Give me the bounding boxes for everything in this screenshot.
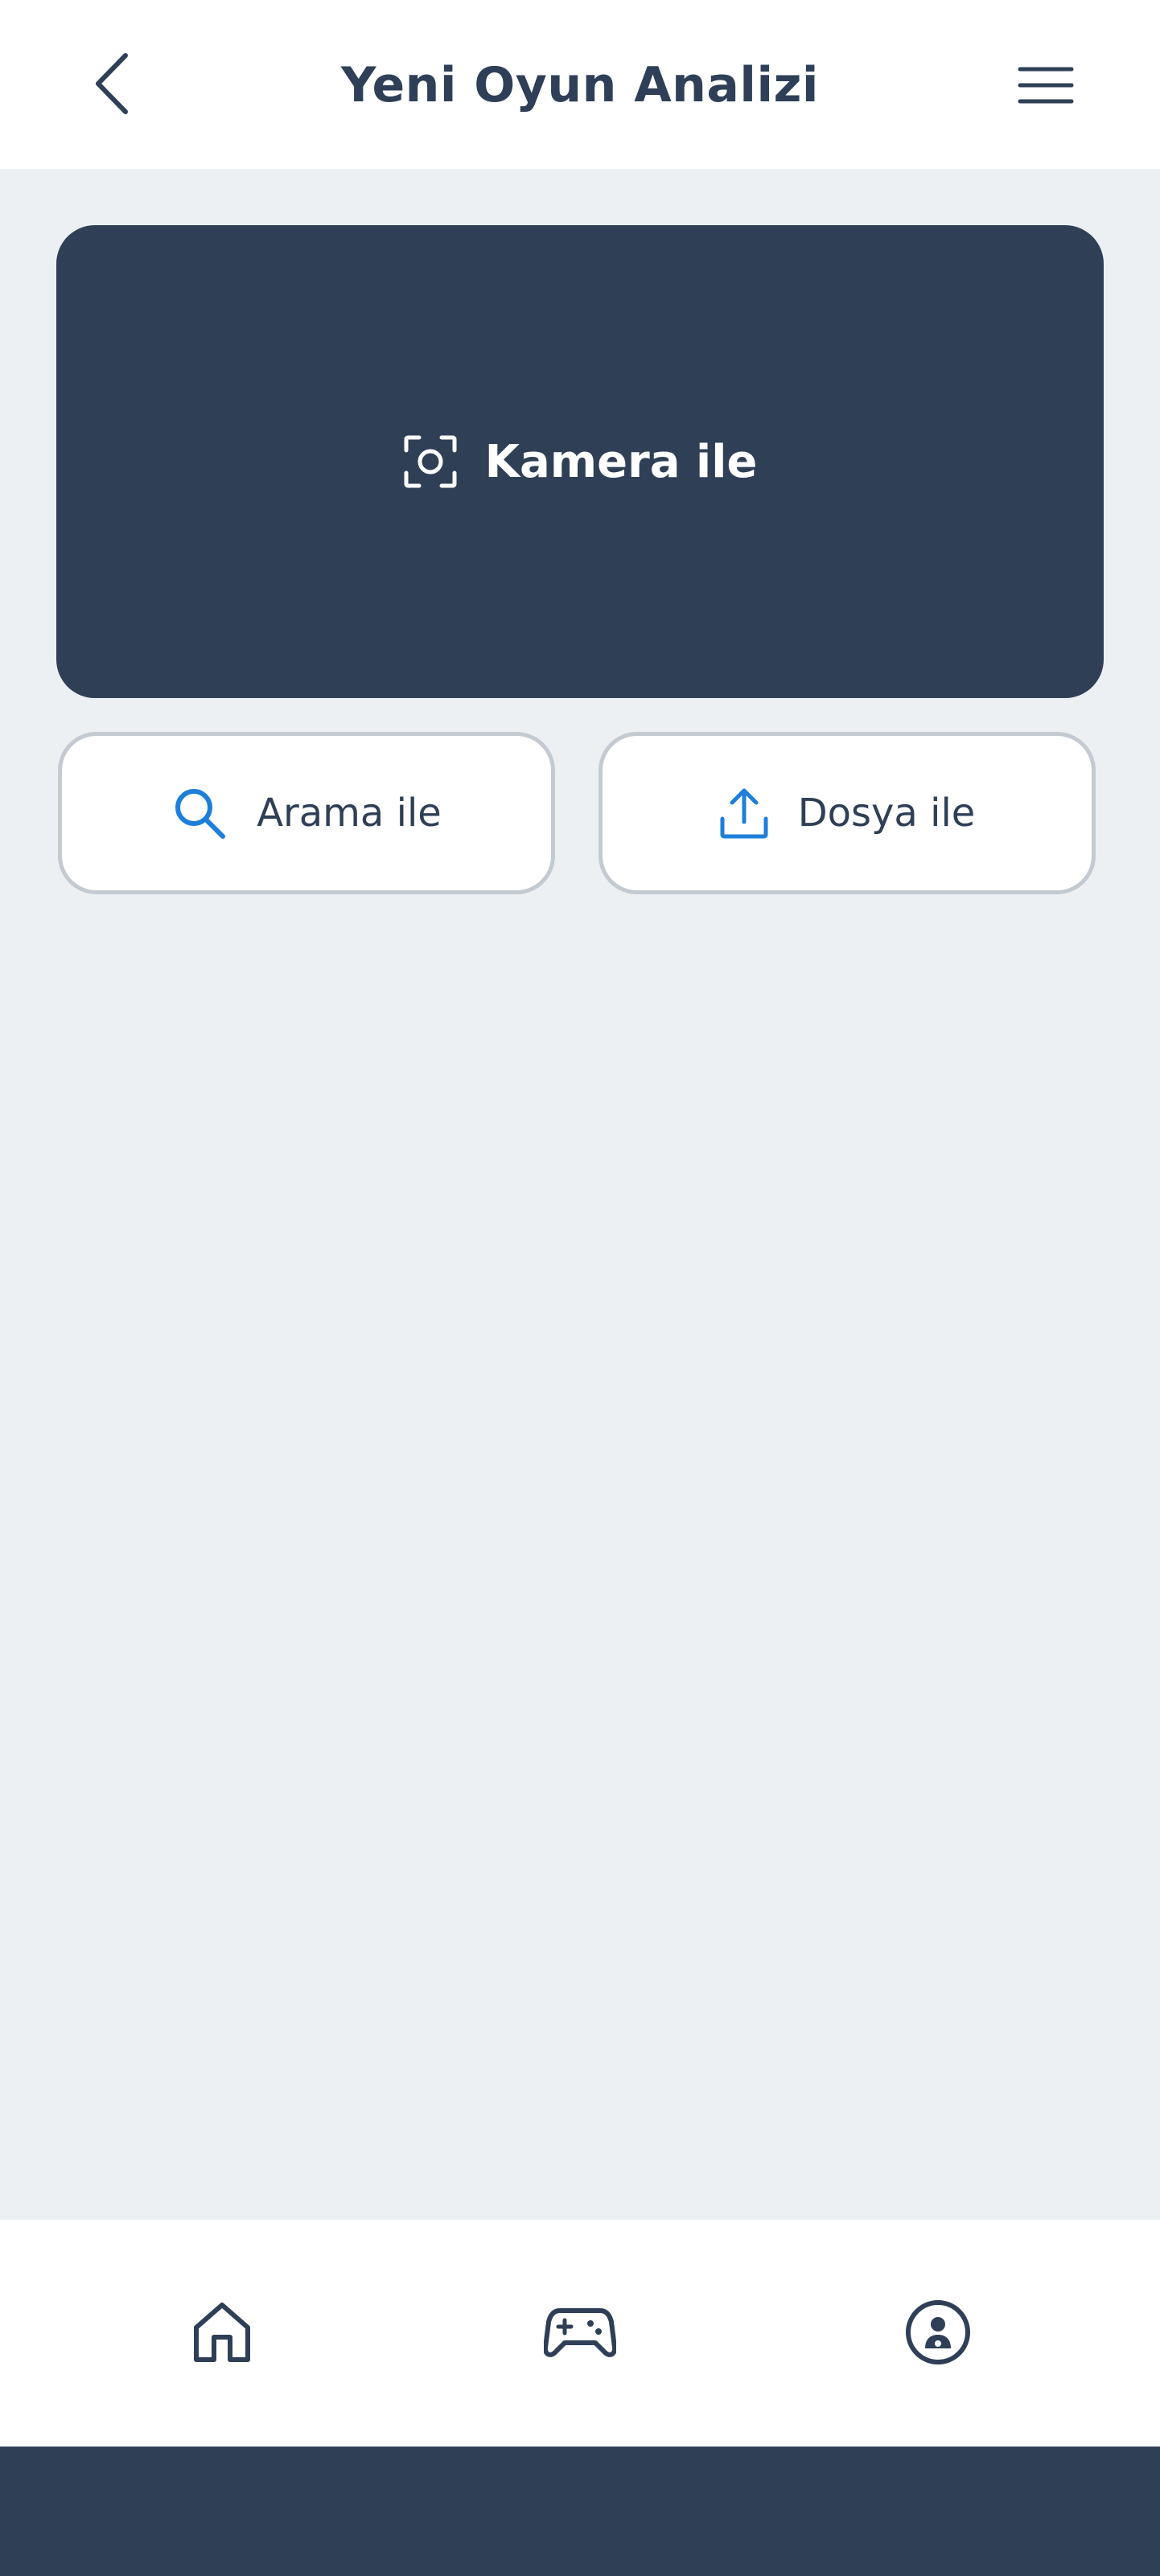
system-nav-bar xyxy=(0,2447,1160,2576)
nav-home[interactable] xyxy=(166,2276,278,2389)
profile-icon xyxy=(904,2299,972,2366)
search-option-label: Arama ile xyxy=(257,791,442,836)
file-option-button[interactable]: Dosya ile xyxy=(599,732,1096,894)
search-option-button[interactable]: Arama ile xyxy=(58,732,555,894)
page-title: Yeni Oyun Analizi xyxy=(341,57,819,113)
camera-option-label: Kamera ile xyxy=(484,435,758,488)
nav-profile[interactable] xyxy=(882,2276,994,2389)
bottom-navigation xyxy=(0,2220,1160,2447)
camera-scan-icon xyxy=(403,434,458,489)
camera-option-button[interactable]: Kamera ile xyxy=(56,225,1104,698)
hamburger-menu-icon xyxy=(1018,65,1074,105)
file-option-label: Dosya ile xyxy=(797,791,976,836)
home-icon xyxy=(191,2300,253,2364)
camera-option-content: Kamera ile xyxy=(403,434,758,489)
menu-button[interactable] xyxy=(1007,48,1084,122)
upload-icon xyxy=(719,787,769,840)
back-button[interactable] xyxy=(80,43,145,124)
chevron-left-icon xyxy=(88,47,137,120)
app-header: Yeni Oyun Analizi xyxy=(0,0,1160,169)
gamepad-icon xyxy=(544,2306,616,2359)
search-icon xyxy=(171,785,228,841)
nav-games[interactable] xyxy=(524,2276,636,2389)
